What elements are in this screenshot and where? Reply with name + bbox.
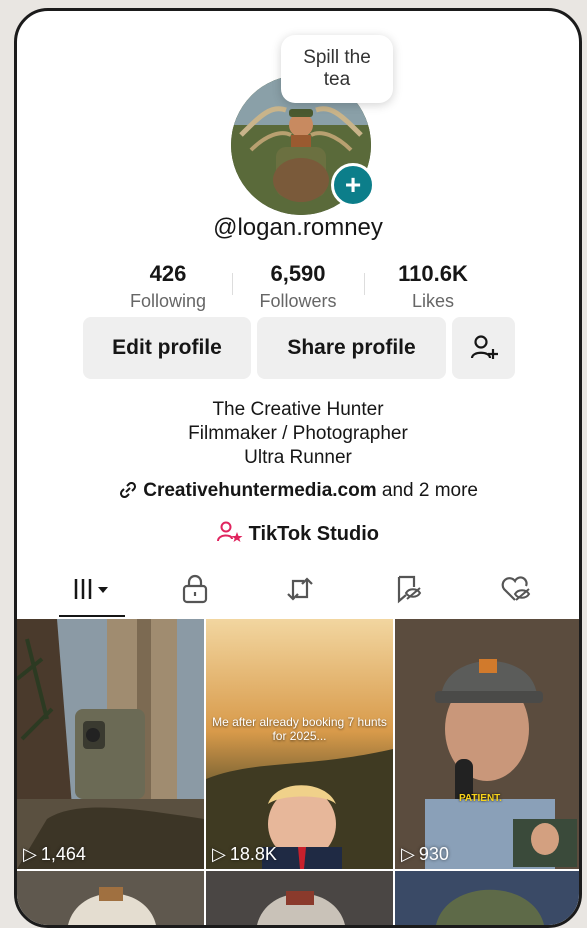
bio-line: Filmmaker / Photographer xyxy=(188,423,408,444)
stat-divider xyxy=(364,273,365,295)
bookmark-hidden-icon xyxy=(397,575,422,604)
video-caption: PATIENT. xyxy=(459,793,502,804)
video-tile[interactable]: Me after already booking 7 hunts for 202… xyxy=(206,619,393,869)
likes-label: Likes xyxy=(411,291,455,311)
link-icon xyxy=(119,481,136,499)
active-tab-indicator xyxy=(59,615,125,617)
note-bubble[interactable]: Spill the tea xyxy=(281,35,393,103)
following-label: Following xyxy=(129,291,207,311)
add-friend-button[interactable] xyxy=(452,317,515,379)
video-thumbnail xyxy=(206,619,393,869)
followers-label: Followers xyxy=(259,291,337,311)
grid-icon xyxy=(74,579,108,599)
bio-line: Ultra Runner xyxy=(244,447,352,468)
tab-liked[interactable] xyxy=(491,571,541,607)
play-icon: ▷ xyxy=(401,844,415,864)
tab-private[interactable] xyxy=(170,571,220,607)
share-profile-button[interactable]: Share profile xyxy=(257,317,446,379)
video-caption: Me after already booking 7 hunts for 202… xyxy=(212,715,387,743)
lock-icon xyxy=(182,574,208,604)
likes-count[interactable]: 110.6K xyxy=(373,261,493,287)
video-thumbnail xyxy=(206,871,393,925)
tab-reposts[interactable] xyxy=(275,571,325,607)
profile-handle: @logan.romney xyxy=(213,214,383,241)
add-story-button[interactable]: + xyxy=(331,163,375,207)
link-text[interactable]: Creativehuntermedia.com xyxy=(143,480,376,501)
tab-favorites[interactable] xyxy=(383,571,433,607)
video-thumbnail xyxy=(395,619,579,869)
phone-frame: Spill the tea + @logan.romney 426 Follow… xyxy=(14,8,582,928)
studio-icon xyxy=(217,521,243,542)
play-icon: ▷ xyxy=(23,844,37,864)
tiktok-studio-link[interactable]: TikTok Studio xyxy=(17,521,579,546)
video-thumbnail xyxy=(17,871,204,925)
video-thumbnail xyxy=(395,871,579,925)
repost-icon xyxy=(287,577,313,601)
tab-videos[interactable] xyxy=(59,571,125,607)
following-count[interactable]: 426 xyxy=(113,261,223,287)
link-more[interactable]: and 2 more xyxy=(382,480,478,501)
video-tile[interactable]: ▷ 1,464 xyxy=(17,619,204,869)
add-user-icon xyxy=(470,335,498,359)
view-count: ▷ 930 xyxy=(401,844,449,864)
edit-profile-button[interactable]: Edit profile xyxy=(83,317,251,379)
followers-count[interactable]: 6,590 xyxy=(243,261,353,287)
studio-label[interactable]: TikTok Studio xyxy=(249,523,379,545)
bio-link[interactable]: Creativehuntermedia.com and 2 more xyxy=(17,480,579,502)
heart-hidden-icon xyxy=(501,576,531,601)
view-count: ▷ 1,464 xyxy=(23,844,86,864)
play-icon: ▷ xyxy=(212,844,226,864)
video-tile[interactable] xyxy=(395,871,579,925)
video-tile[interactable]: PATIENT. ▷ 930 xyxy=(395,619,579,869)
stat-divider xyxy=(232,273,233,295)
bio-line: The Creative Hunter xyxy=(212,399,384,420)
video-thumbnail xyxy=(17,619,204,869)
plus-icon: + xyxy=(344,169,362,200)
video-tile[interactable] xyxy=(17,871,204,925)
view-count: ▷ 18.8K xyxy=(212,844,277,864)
video-tile[interactable] xyxy=(206,871,393,925)
